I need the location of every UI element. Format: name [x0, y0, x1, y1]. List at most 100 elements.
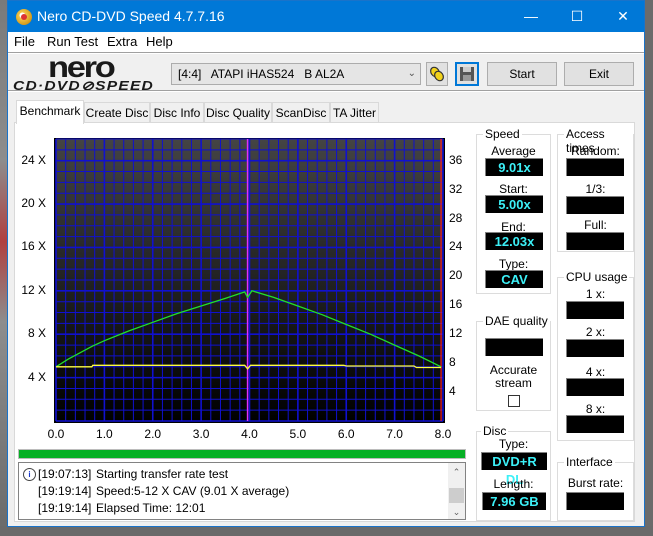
cpu-4x-label: 4 x:	[585, 365, 606, 379]
disc-group-title: Disc	[481, 424, 509, 438]
menu-extra[interactable]: Extra	[107, 34, 137, 49]
menu-help[interactable]: Help	[146, 34, 173, 49]
cpu-1x-label: 1 x:	[585, 287, 606, 301]
desktop-background-right	[645, 0, 653, 536]
random-label: Random:	[571, 144, 620, 158]
type-label: Type:	[498, 257, 529, 271]
tab-disc-quality[interactable]: Disc Quality	[204, 102, 272, 123]
y-right-tick-label: 16	[449, 297, 463, 312]
speed-type-value: CAV	[485, 270, 543, 288]
log-message: Starting transfer rate test	[96, 467, 229, 481]
y-right-tick-label: 4	[449, 384, 456, 399]
tab-disc-info[interactable]: Disc Info	[150, 102, 204, 123]
transfer-rate-chart	[48, 138, 450, 425]
cpu-2x-value	[566, 339, 624, 357]
menu-file[interactable]: File	[14, 34, 35, 49]
accurate-stream-checkbox[interactable]	[508, 395, 520, 407]
one-third-label: 1/3:	[585, 182, 606, 196]
full-access-value	[566, 232, 624, 250]
cpu-usage-title: CPU usage	[564, 270, 630, 284]
drive-info-button[interactable]	[426, 62, 448, 86]
end-speed-value: 12.03x	[485, 232, 543, 250]
y-left-tick-label: 24 X	[21, 152, 46, 167]
start-button[interactable]: Start	[487, 62, 557, 86]
random-access-value	[566, 158, 624, 176]
progress-fill	[19, 450, 465, 458]
burst-rate-value	[566, 492, 624, 510]
interface-group: Interface Burst rate:	[557, 455, 634, 521]
x-tick-label: 5.0	[289, 427, 307, 441]
drive-select-value: [4:4] ATAPI iHAS524 B AL2A	[178, 67, 345, 81]
cpu-4x-value	[566, 378, 624, 396]
x-tick-label: 6.0	[337, 427, 355, 441]
window-title: Nero CD-DVD Speed 4.7.7.16	[37, 8, 225, 24]
y-left-tick-label: 4 X	[27, 369, 46, 384]
chevron-down-icon[interactable]: ⌄	[448, 505, 465, 519]
disc-length-value: 7.96 GB	[482, 492, 546, 510]
start-label: Start:	[499, 182, 528, 196]
tab-scandisc[interactable]: ScanDisc	[272, 102, 330, 123]
y-left-tick-label: 12 X	[21, 282, 46, 297]
y-left-tick-label: 20 X	[21, 196, 46, 211]
nero-disc-icon	[16, 9, 32, 25]
minimize-button[interactable]: —	[508, 1, 554, 32]
chevron-up-icon[interactable]: ⌃	[448, 465, 465, 479]
dae-quality-group: DAE quality Accurate stream	[476, 314, 551, 411]
x-tick-label: 8.0	[434, 427, 452, 441]
tab-create-disc[interactable]: Create Disc	[84, 102, 150, 123]
full-label: Full:	[584, 218, 607, 232]
title-bar[interactable]: Nero CD-DVD Speed 4.7.7.16 — ☐ ✕	[8, 1, 644, 32]
log-time: [19:19:14]	[38, 501, 92, 515]
y-right-tick-label: 36	[449, 152, 463, 167]
close-button[interactable]: ✕	[600, 1, 646, 32]
speed-group-title: Speed	[483, 127, 522, 141]
y-right-tick-label: 28	[449, 210, 463, 225]
log-time: [19:07:13]	[38, 467, 92, 481]
interface-title: Interface	[564, 455, 615, 469]
cpu-1x-value	[566, 301, 624, 319]
start-speed-value: 5.00x	[485, 195, 543, 213]
log-scrollbar[interactable]: ⌃ ⌄	[448, 463, 465, 519]
log-message: Elapsed Time: 12:01	[96, 501, 206, 515]
maximize-button[interactable]: ☐	[554, 1, 600, 32]
menu-bar: File Run Test Extra Help	[8, 32, 644, 52]
y-left-tick-label: 8 X	[27, 326, 46, 341]
chevron-down-icon: ⌄	[407, 68, 416, 79]
tab-benchmark[interactable]: Benchmark	[16, 100, 84, 124]
progress-bar	[18, 449, 466, 459]
cpu-8x-value	[566, 415, 624, 433]
log-time: [19:19:14]	[38, 484, 92, 498]
log-message: Speed:5-12 X CAV (9.01 X average)	[96, 484, 290, 498]
scroll-thumb[interactable]	[449, 488, 464, 503]
info-icon: i	[23, 468, 36, 481]
y-left-tick-label: 16 X	[21, 239, 46, 254]
y-right-tick-label: 32	[449, 181, 463, 196]
log-list: i [19:07:13] Starting transfer rate test…	[18, 462, 466, 520]
access-times-group: Access times Random: 1/3: Full:	[557, 127, 634, 252]
cpu-8x-label: 8 x:	[585, 402, 606, 416]
x-tick-label: 3.0	[192, 427, 210, 441]
y-right-tick-label: 8	[449, 355, 456, 370]
accurate-stream-label: Accurate stream	[489, 363, 538, 390]
tab-ta-jitter[interactable]: TA Jitter	[330, 102, 379, 123]
x-tick-label: 7.0	[386, 427, 403, 441]
x-tick-label: 1.0	[96, 427, 113, 441]
average-speed-value: 9.01x	[485, 158, 543, 176]
dae-quality-value	[485, 338, 543, 356]
exit-button[interactable]: Exit	[564, 62, 634, 86]
desktop-background-bottom	[0, 526, 653, 536]
disc-group: Disc Type: DVD+R DL Length: 7.96 GB	[476, 424, 551, 521]
y-right-tick-label: 20	[449, 268, 463, 283]
disc-type-value: DVD+R DL	[481, 452, 547, 487]
cpu-2x-label: 2 x:	[585, 325, 606, 339]
x-tick-label: 0.0	[47, 427, 65, 441]
floppy-disk-icon	[460, 67, 474, 81]
dae-quality-title: DAE quality	[483, 314, 550, 328]
divider	[8, 90, 644, 92]
disc-type-label: Type:	[498, 437, 529, 451]
drive-select[interactable]: [4:4] ATAPI iHAS524 B AL2A ⌄	[171, 63, 421, 85]
menu-run-test[interactable]: Run Test	[47, 34, 98, 49]
save-button[interactable]	[455, 62, 479, 86]
cpu-usage-group: CPU usage 1 x: 2 x: 4 x: 8 x:	[557, 270, 634, 441]
disc-length-label: Length:	[493, 477, 534, 491]
